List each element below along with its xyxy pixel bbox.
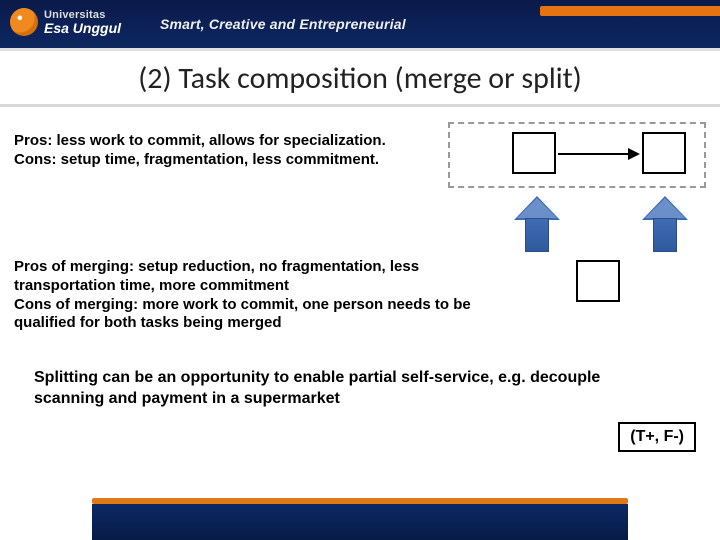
footer-panel bbox=[92, 504, 628, 540]
task-box bbox=[512, 132, 556, 174]
task-box bbox=[642, 132, 686, 174]
header-bar: Universitas Esa Unggul Smart, Creative a… bbox=[0, 0, 720, 48]
text-line: Cons: setup time, fragmentation, less co… bbox=[14, 151, 434, 170]
up-arrow-icon bbox=[642, 196, 688, 254]
right-arrow-icon bbox=[558, 150, 640, 158]
up-arrow-icon bbox=[514, 196, 560, 254]
logo-swirl-icon bbox=[10, 8, 38, 36]
logo-text: Universitas Esa Unggul bbox=[44, 10, 121, 35]
merged-task-box bbox=[576, 260, 620, 302]
splitting-note: Splitting can be an opportunity to enabl… bbox=[34, 368, 674, 410]
text-line: Cons of merging: more work to commit, on… bbox=[14, 296, 474, 334]
impact-badge: (T+, F-) bbox=[618, 422, 696, 452]
split-pros-cons: Pros: less work to commit, allows for sp… bbox=[14, 132, 434, 170]
slide: Universitas Esa Unggul Smart, Creative a… bbox=[0, 0, 720, 540]
merge-pros-cons: Pros of merging: setup reduction, no fra… bbox=[14, 258, 474, 333]
logo-subtitle: Universitas bbox=[44, 10, 121, 21]
accent-bar bbox=[540, 6, 720, 16]
footer-bar bbox=[0, 494, 720, 540]
text-line: Pros: less work to commit, allows for sp… bbox=[14, 132, 434, 151]
logo: Universitas Esa Unggul bbox=[10, 8, 121, 36]
logo-name: Esa Unggul bbox=[44, 21, 121, 35]
slide-title: (2) Task composition (merge or split) bbox=[60, 62, 660, 97]
divider bbox=[0, 48, 720, 51]
divider bbox=[0, 104, 720, 107]
tagline: Smart, Creative and Entrepreneurial bbox=[160, 16, 406, 32]
text-line: Pros of merging: setup reduction, no fra… bbox=[14, 258, 474, 296]
